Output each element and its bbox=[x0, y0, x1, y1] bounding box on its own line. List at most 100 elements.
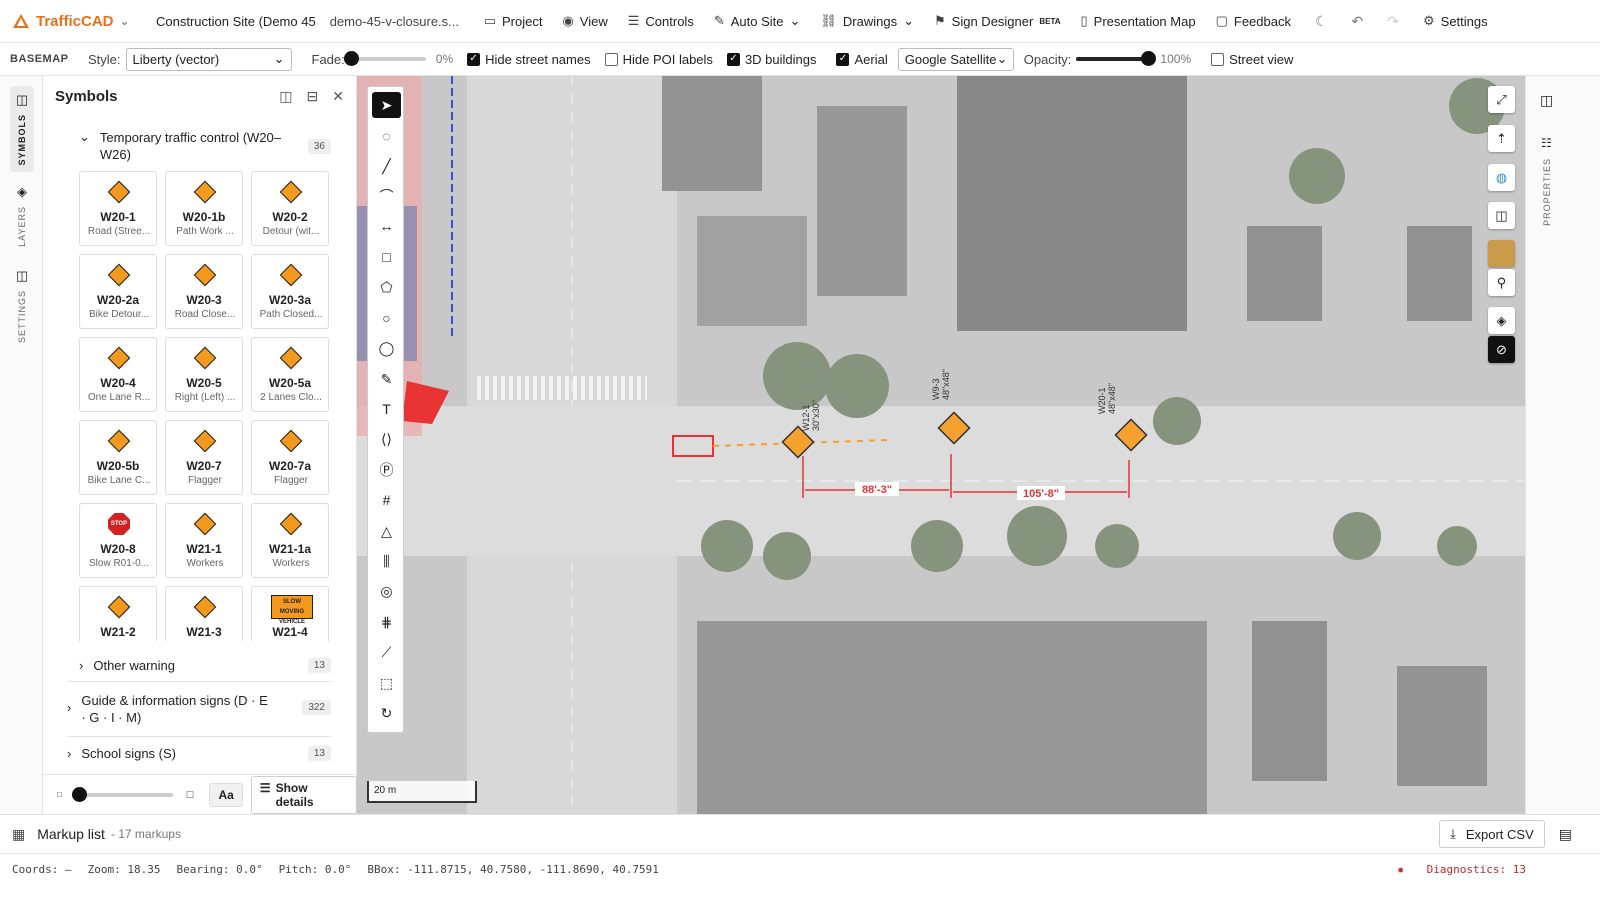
split-view-icon[interactable]: ◫ bbox=[279, 88, 292, 105]
export-csv-button[interactable]: ⤓ Export CSV bbox=[1439, 820, 1545, 848]
symbol-tile[interactable]: STOP W20-8 Slow R01-0... bbox=[79, 503, 157, 578]
collapse-panel-icon[interactable]: ⊟ bbox=[307, 88, 319, 105]
font-toggle-button[interactable]: Aa bbox=[209, 782, 243, 807]
group-school-signs[interactable]: › School signs (S) 13 bbox=[67, 746, 331, 761]
group-other-warning[interactable]: › Other warning 13 bbox=[79, 658, 331, 673]
street-view-checkbox[interactable]: Street view bbox=[1211, 52, 1293, 67]
symbol-tile[interactable]: W20-2 Detour (wit... bbox=[251, 171, 329, 246]
menu-project[interactable]: ▭ Project bbox=[484, 13, 543, 29]
line-tool-icon[interactable]: ╱ bbox=[372, 153, 401, 179]
octagon-tool-icon[interactable]: ◯ bbox=[372, 335, 401, 361]
symbol-tile[interactable]: W20-4 One Lane R... bbox=[79, 337, 157, 412]
symbol-tile[interactable]: W21-3 bbox=[165, 586, 243, 641]
area-select-tool-icon[interactable]: ⬚ bbox=[372, 670, 401, 696]
symbol-tile[interactable]: W21-1 Workers bbox=[165, 503, 243, 578]
icon-size-slider[interactable] bbox=[71, 786, 173, 802]
status-zoom: Zoom: 18.35 bbox=[87, 862, 161, 876]
expand-list-icon[interactable]: ▤ bbox=[1559, 826, 1572, 843]
hide-poi-labels-checkbox[interactable]: Hide POI labels bbox=[604, 52, 713, 67]
fade-slider[interactable] bbox=[343, 51, 426, 66]
globe-icon[interactable]: ◍ bbox=[1488, 164, 1515, 191]
symbol-tile[interactable]: W21-2 bbox=[79, 586, 157, 641]
symbol-tile[interactable]: W21-1a Workers bbox=[251, 503, 329, 578]
text-tool-icon[interactable]: T bbox=[372, 396, 401, 422]
menu-controls[interactable]: ☰ Controls bbox=[628, 13, 694, 29]
undo-icon[interactable]: ↶ bbox=[1352, 13, 1364, 30]
aerial-toggle-icon[interactable] bbox=[1488, 240, 1515, 267]
group-guide-information[interactable]: › Guide & information signs (D · E · G ·… bbox=[67, 692, 331, 726]
rectangle-tool-icon[interactable]: □ bbox=[372, 244, 401, 270]
node-tool-icon[interactable]: △ bbox=[372, 518, 401, 544]
moon-icon[interactable]: ☾ bbox=[1315, 13, 1328, 30]
curve-tool-icon[interactable]: ⌒ bbox=[372, 183, 401, 209]
symbol-code: W20-3a bbox=[268, 293, 312, 307]
symbol-tile[interactable]: W20-5b Bike Lane C... bbox=[79, 420, 157, 495]
menu-auto-site[interactable]: ✎ Auto Site ⌄ bbox=[714, 13, 801, 29]
diagnostics-badge[interactable]: ✹ Diagnostics: 13 bbox=[1397, 863, 1542, 876]
measure-tool-icon[interactable]: ↔ bbox=[372, 213, 401, 239]
hide-street-names-checkbox[interactable]: ✓ Hide street names bbox=[467, 52, 591, 67]
street-view-person-icon[interactable]: ⚲ bbox=[1488, 269, 1515, 296]
map-canvas[interactable]: W12-1 30"x30" W9-3 48"x48" W20-1 48"x48"… bbox=[357, 76, 1525, 814]
markup-list-title[interactable]: Markup list bbox=[37, 826, 105, 842]
polygon-tool-icon[interactable]: ⬠ bbox=[372, 274, 401, 300]
crosswalk-tool-icon[interactable]: # bbox=[372, 487, 401, 513]
rail-symbols[interactable]: ◫ SYMBOLS bbox=[10, 86, 34, 172]
aerial-checkbox[interactable]: ✓ Aerial bbox=[836, 52, 888, 67]
symbol-tile[interactable]: W20-1b Path Work ... bbox=[165, 171, 243, 246]
menu-presentation-map[interactable]: ▯ Presentation Map bbox=[1081, 13, 1196, 29]
opacity-slider[interactable] bbox=[1076, 51, 1157, 66]
symbol-tile[interactable]: W20-5a 2 Lanes Clo... bbox=[251, 337, 329, 412]
fade-slider-knob[interactable] bbox=[343, 51, 359, 66]
target-tool-icon[interactable]: ◎ bbox=[372, 578, 401, 604]
rotate-tool-icon[interactable]: ↻ bbox=[372, 700, 401, 726]
redo-icon[interactable]: ↷ bbox=[1387, 13, 1399, 30]
app-brand[interactable]: TrafficCAD ⌄ bbox=[0, 13, 140, 30]
no-draw-icon[interactable]: ⊘ bbox=[1488, 336, 1515, 363]
properties-sliders-icon[interactable]: ☷ bbox=[1541, 136, 1552, 150]
menu-view[interactable]: ◉ View bbox=[562, 13, 607, 29]
project-title[interactable]: Construction Site (Demo 45 bbox=[156, 14, 316, 29]
symbol-tile[interactable]: W20-2a Bike Detour... bbox=[79, 254, 157, 329]
aerial-map[interactable]: W12-1 30"x30" W9-3 48"x48" W20-1 48"x48"… bbox=[357, 76, 1525, 814]
style-select[interactable]: Liberty (vector) ⌄ bbox=[125, 47, 292, 71]
select-tool-icon[interactable]: ➤ bbox=[372, 92, 401, 118]
lane-tool-icon[interactable]: ⫼ bbox=[372, 548, 401, 574]
checkbox-icon: ✓ bbox=[836, 52, 850, 66]
split-compare-icon[interactable]: ◫ bbox=[1488, 202, 1515, 229]
symbol-tile[interactable]: W20-7 Flagger bbox=[165, 420, 243, 495]
bracket-tool-icon[interactable]: ⟨⟩ bbox=[372, 426, 401, 452]
parking-tool-icon[interactable]: Ⓟ bbox=[372, 457, 401, 483]
opacity-slider-knob[interactable] bbox=[1141, 51, 1157, 66]
compass-icon[interactable]: ⇡ bbox=[1488, 125, 1515, 152]
barrier-tool-icon[interactable]: ⋕ bbox=[372, 609, 401, 635]
symbol-tile[interactable]: W20-5 Right (Left) ... bbox=[165, 337, 243, 412]
3d-buildings-checkbox[interactable]: ✓ 3D buildings bbox=[726, 52, 816, 67]
symbol-tile[interactable]: SLOW MOVING VEHICLE W21-4 bbox=[251, 586, 329, 641]
menu-settings[interactable]: ⚙ Settings bbox=[1423, 13, 1488, 29]
symbol-tile[interactable]: W20-7a Flagger bbox=[251, 420, 329, 495]
fullscreen-icon[interactable]: ⤢ bbox=[1488, 86, 1515, 113]
rail-layers[interactable]: ◈ LAYERS bbox=[10, 184, 34, 247]
group-temporary-traffic-control[interactable]: ⌄ Temporary traffic control (W20–W26) 36 bbox=[79, 129, 331, 163]
menu-feedback[interactable]: ▢ Feedback bbox=[1216, 13, 1291, 29]
aerial-source-select[interactable]: Google Satellite ⌄ bbox=[897, 47, 1014, 71]
rail-settings[interactable]: ◫ SETTINGS bbox=[10, 268, 34, 343]
lasso-tool-icon[interactable]: ◌ bbox=[372, 123, 401, 149]
menu-drawings[interactable]: ⛓ Drawings ⌄ bbox=[820, 13, 914, 29]
properties-label[interactable]: PROPERTIES bbox=[1542, 158, 1552, 226]
close-icon[interactable]: ✕ bbox=[332, 88, 344, 105]
collapse-panel-icon[interactable]: ◫ bbox=[1540, 92, 1553, 109]
menu-view-label: View bbox=[579, 13, 608, 29]
icon-size-slider-knob[interactable] bbox=[71, 786, 87, 802]
circle-tool-icon[interactable]: ○ bbox=[372, 305, 401, 331]
show-details-button[interactable]: ☰ Show details bbox=[250, 775, 357, 814]
symbol-tile[interactable]: W20-3 Road Close... bbox=[165, 254, 243, 329]
symbol-tile[interactable]: W20-3a Path Closed... bbox=[251, 254, 329, 329]
layers-icon[interactable]: ◈ bbox=[1488, 307, 1515, 334]
pencil-tool-icon[interactable]: ✎ bbox=[372, 366, 401, 392]
rail-layers-label: LAYERS bbox=[17, 206, 27, 247]
hatch-tool-icon[interactable]: ⟋ bbox=[372, 639, 401, 665]
menu-sign-designer[interactable]: ⚑ Sign Designer BETA bbox=[934, 13, 1061, 29]
symbol-tile[interactable]: W20-1 Road (Stree... bbox=[79, 171, 157, 246]
